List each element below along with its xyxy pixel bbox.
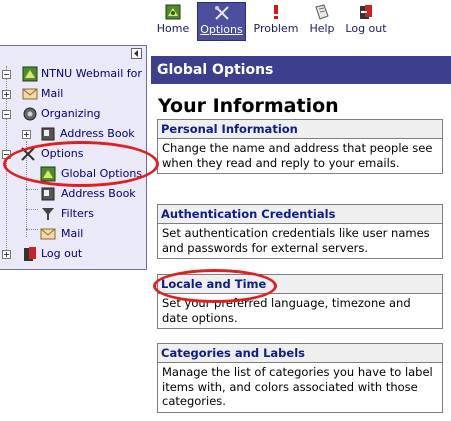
options-icon [214, 6, 229, 20]
toolbar-logout-button[interactable]: Log out [343, 2, 389, 39]
toolbar-options-label: Options [200, 23, 243, 36]
section-title: Your Information [158, 95, 339, 117]
top-toolbar: Home Options Problem Help Log out [0, 0, 451, 42]
problem-icon [274, 5, 278, 19]
webmail-icon [22, 66, 38, 82]
sidebar-item-label: Organizing [41, 107, 101, 120]
sidebar-item-filters[interactable]: Filters [0, 205, 146, 223]
categories-and-labels-link[interactable]: Categories and Labels [158, 344, 442, 363]
help-icon [315, 4, 329, 20]
collapse-toggle-icon[interactable] [2, 70, 11, 79]
sidebar-item-label: NTNU Webmail for [41, 67, 142, 80]
toolbar-problem-button[interactable]: Problem [251, 2, 301, 39]
sidebar-item-log-out[interactable]: Log out [0, 245, 146, 263]
toolbar-home-button[interactable]: Home [154, 2, 192, 39]
logout-icon [360, 5, 372, 19]
organizing-icon [23, 107, 37, 121]
card-description: Set authentication credentials like user… [162, 226, 430, 255]
sidebar-item-label: Log out [41, 247, 83, 260]
mail-icon [22, 88, 38, 100]
sidebar-item-organizing[interactable]: Organizing [0, 105, 146, 123]
sidebar-item-options-mail[interactable]: Mail [0, 225, 146, 243]
home-icon [165, 4, 181, 20]
logout-icon [24, 247, 36, 261]
highlight-ellipse [153, 269, 277, 303]
sidebar-item-mail[interactable]: Mail [0, 85, 146, 103]
page-title-banner: Global Options [151, 56, 451, 84]
mail-icon [40, 228, 56, 240]
authentication-credentials-link[interactable]: Authentication Credentials [158, 205, 442, 224]
address-book-icon [41, 127, 55, 141]
sidebar-item-label: Filters [61, 207, 94, 220]
card-description: Manage the list of categories you have t… [162, 365, 433, 409]
personal-information-card: Personal Information Change the name and… [157, 119, 443, 175]
toolbar-logout-label: Log out [345, 22, 387, 35]
sidebar-item-options-address-book[interactable]: Address Book [0, 185, 146, 203]
categories-and-labels-card: Categories and Labels Manage the list of… [157, 343, 443, 413]
card-description: Change the name and address that people … [162, 141, 433, 170]
toolbar-options-button[interactable]: Options [197, 2, 246, 41]
sidebar-item-label: Mail [61, 227, 84, 240]
toolbar-help-label: Help [309, 22, 335, 35]
address-book-icon [41, 187, 55, 201]
toolbar-help-button[interactable]: Help [307, 2, 337, 39]
collapse-sidebar-icon[interactable] [131, 48, 142, 59]
expand-toggle-icon[interactable] [2, 250, 11, 259]
expand-toggle-icon[interactable] [2, 90, 11, 99]
expand-toggle-icon[interactable] [22, 130, 31, 139]
personal-information-link[interactable]: Personal Information [158, 120, 442, 139]
sidebar-item-ntnu-webmail[interactable]: NTNU Webmail for [0, 65, 146, 83]
toolbar-problem-label: Problem [253, 22, 299, 35]
sidebar-item-label: Address Book [61, 187, 136, 200]
filters-icon [42, 208, 54, 220]
sidebar-item-label: Mail [41, 87, 64, 100]
collapse-toggle-icon[interactable] [2, 110, 11, 119]
toolbar-home-label: Home [156, 22, 190, 35]
highlight-ellipse [3, 141, 159, 187]
authentication-credentials-card: Authentication Credentials Set authentic… [157, 204, 443, 260]
